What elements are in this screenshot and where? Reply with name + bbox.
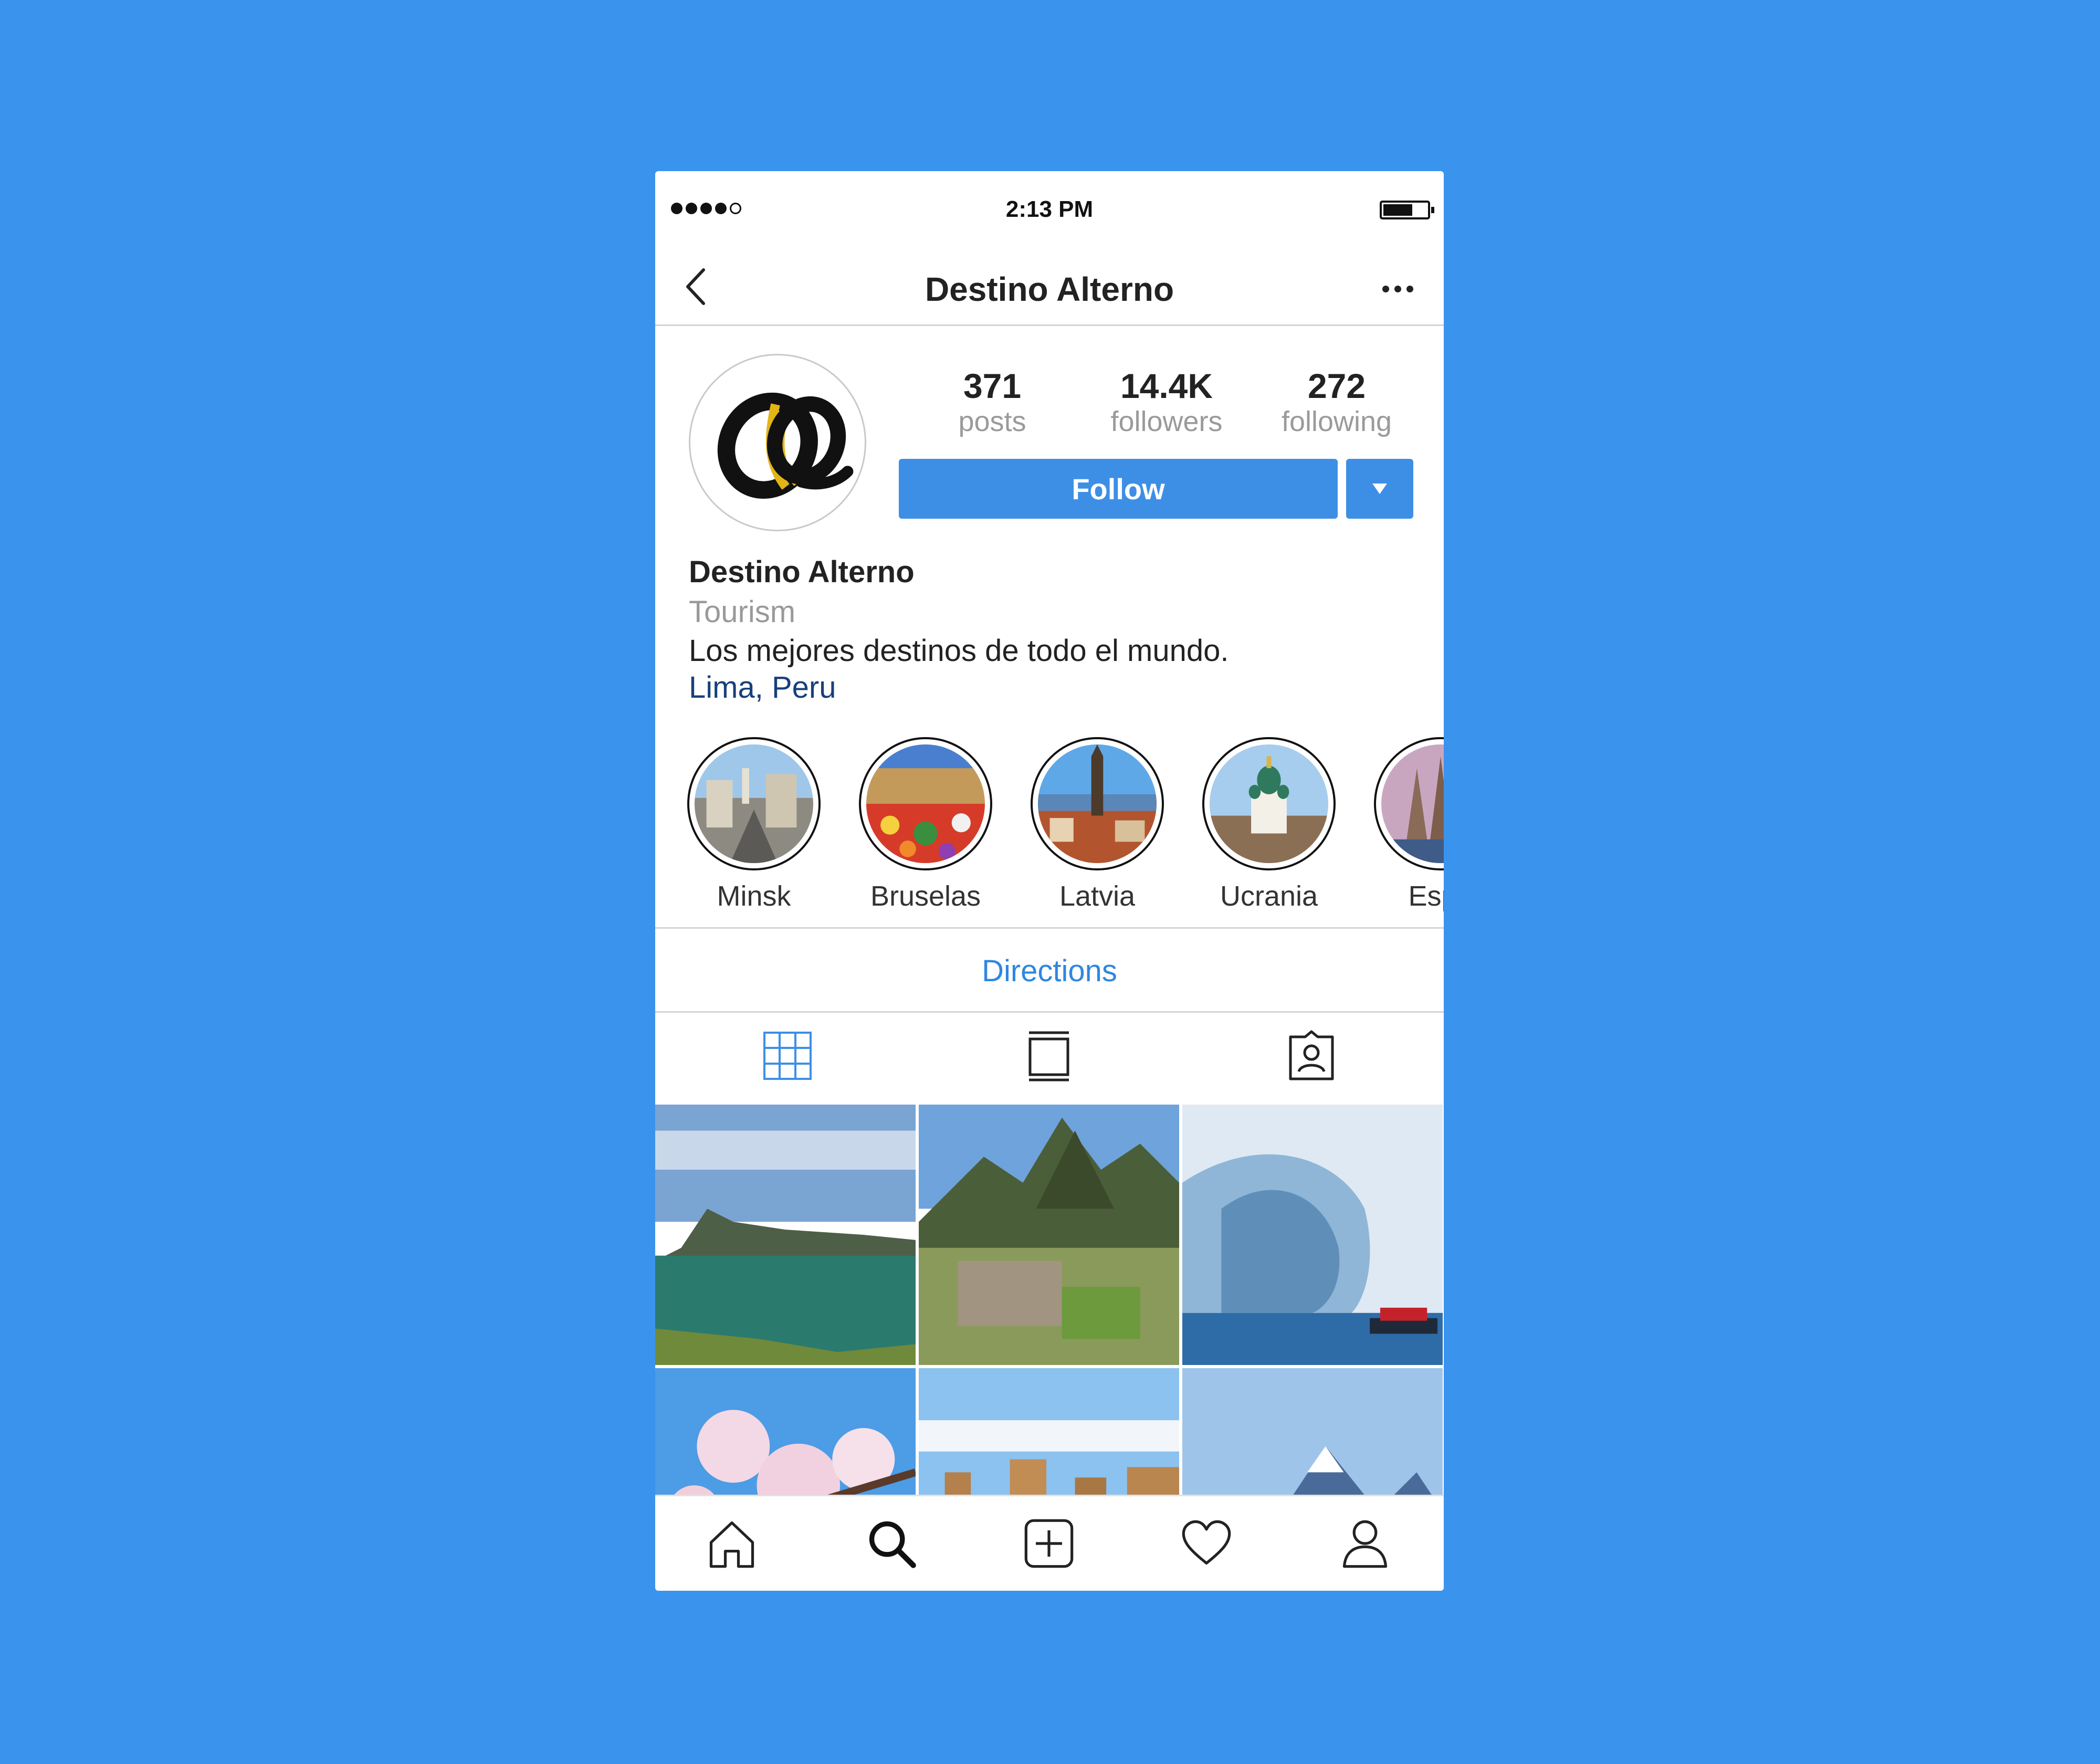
highlight-bruselas[interactable]: Bruselas — [857, 737, 994, 912]
highlight-thumbnail — [695, 744, 813, 863]
tab-bar — [655, 1495, 1444, 1591]
status-bar: 2:13 PM — [655, 171, 1444, 250]
phone-screen: 2:13 PM Destino Alterno 371 posts 14.4K … — [655, 171, 1444, 1591]
profile-icon[interactable] — [1338, 1516, 1392, 1571]
highlight-thumbnail — [1038, 744, 1157, 863]
highlight-ucrania[interactable]: Ucrania — [1201, 737, 1337, 912]
highlight-label: Latvia — [1059, 880, 1136, 912]
grid-post[interactable] — [655, 1105, 916, 1365]
more-options-icon[interactable] — [1382, 286, 1413, 292]
battery-icon — [1380, 201, 1434, 219]
divider — [655, 927, 1444, 929]
highlight-thumbnail — [1381, 744, 1444, 863]
grid-post[interactable] — [919, 1105, 1179, 1365]
following-count[interactable]: 272 following — [1258, 369, 1415, 436]
posts-count[interactable]: 371 posts — [914, 369, 1071, 436]
divider — [655, 1011, 1444, 1013]
highlight-latvia[interactable]: Latvia — [1029, 737, 1166, 912]
search-icon[interactable] — [864, 1516, 919, 1571]
highlight-thumbnail — [1210, 744, 1328, 863]
home-icon[interactable] — [705, 1516, 759, 1571]
avatar[interactable] — [689, 354, 866, 531]
brand-logo-icon — [717, 392, 854, 499]
highlight-thumbnail — [866, 744, 985, 863]
highlight-label: Bruselas — [870, 880, 981, 912]
directions-link[interactable]: Directions — [655, 953, 1444, 989]
grid-post[interactable] — [1182, 1105, 1443, 1365]
grid-icon[interactable] — [761, 1030, 814, 1082]
follow-button[interactable]: Follow — [899, 459, 1338, 519]
profile-category: Tourism — [689, 595, 796, 629]
chevron-down-icon — [1372, 484, 1387, 494]
feed-icon[interactable] — [1023, 1030, 1075, 1082]
nav-bar: Destino Alterno — [655, 250, 1444, 326]
suggestions-dropdown-button[interactable] — [1346, 459, 1413, 519]
highlight-label: Espa — [1408, 880, 1444, 912]
heart-icon[interactable] — [1179, 1516, 1234, 1571]
followers-count[interactable]: 14.4K followers — [1088, 369, 1245, 436]
profile-location-link[interactable]: Lima, Peru — [689, 670, 836, 705]
profile-name: Destino Alterno — [689, 555, 915, 589]
highlight-label: Minsk — [717, 880, 791, 912]
tagged-icon[interactable] — [1285, 1030, 1338, 1082]
highlight-espana[interactable]: Espa — [1372, 737, 1444, 912]
profile-bio: Los mejores destinos de todo el mundo. — [689, 634, 1229, 668]
status-time: 2:13 PM — [1005, 196, 1094, 222]
highlight-minsk[interactable]: Minsk — [686, 737, 822, 912]
page-title: Destino Alterno — [925, 270, 1174, 308]
highlight-label: Ucrania — [1220, 880, 1318, 912]
add-post-icon[interactable] — [1022, 1516, 1076, 1571]
